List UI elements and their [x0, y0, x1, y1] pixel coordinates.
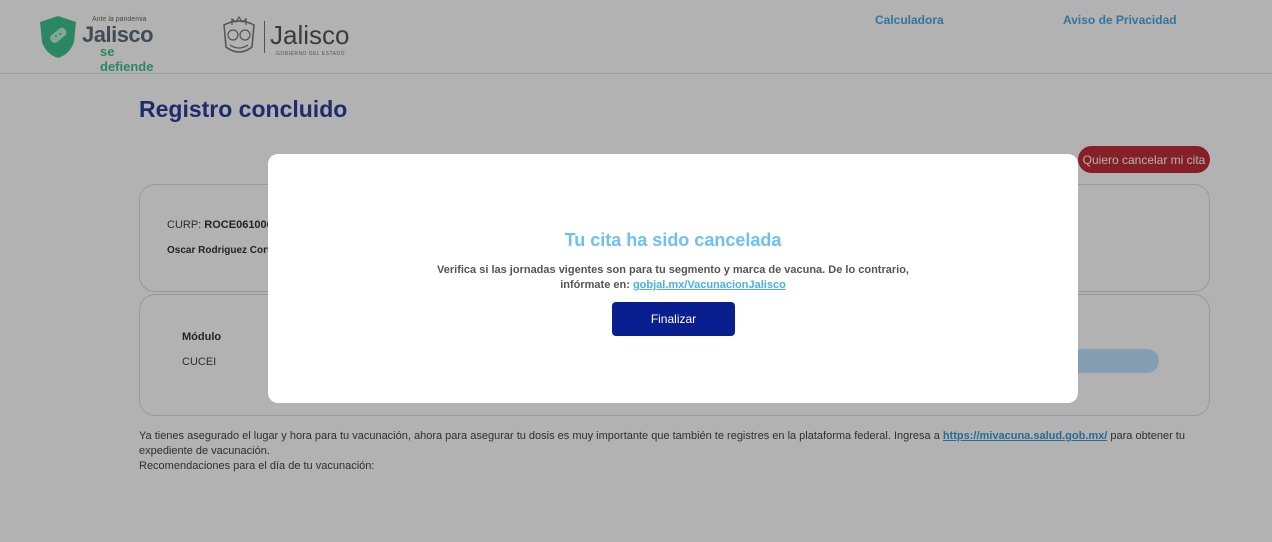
modal-message-prefix: infórmate en:	[560, 279, 630, 291]
finalizar-button[interactable]: Finalizar	[612, 302, 735, 336]
modal-message-line1: Verifica si las jornadas vigentes son pa…	[437, 264, 909, 276]
modal-message: Verifica si las jornadas vigentes son pa…	[268, 263, 1078, 293]
cancellation-modal: Tu cita ha sido cancelada Verifica si la…	[268, 154, 1078, 403]
vacunacion-jalisco-link[interactable]: gobjal.mx/VacunacionJalisco	[633, 279, 786, 291]
page: Ante la pandemia Jalisco se defiende Jal…	[0, 0, 1272, 542]
modal-title: Tu cita ha sido cancelada	[564, 230, 782, 250]
